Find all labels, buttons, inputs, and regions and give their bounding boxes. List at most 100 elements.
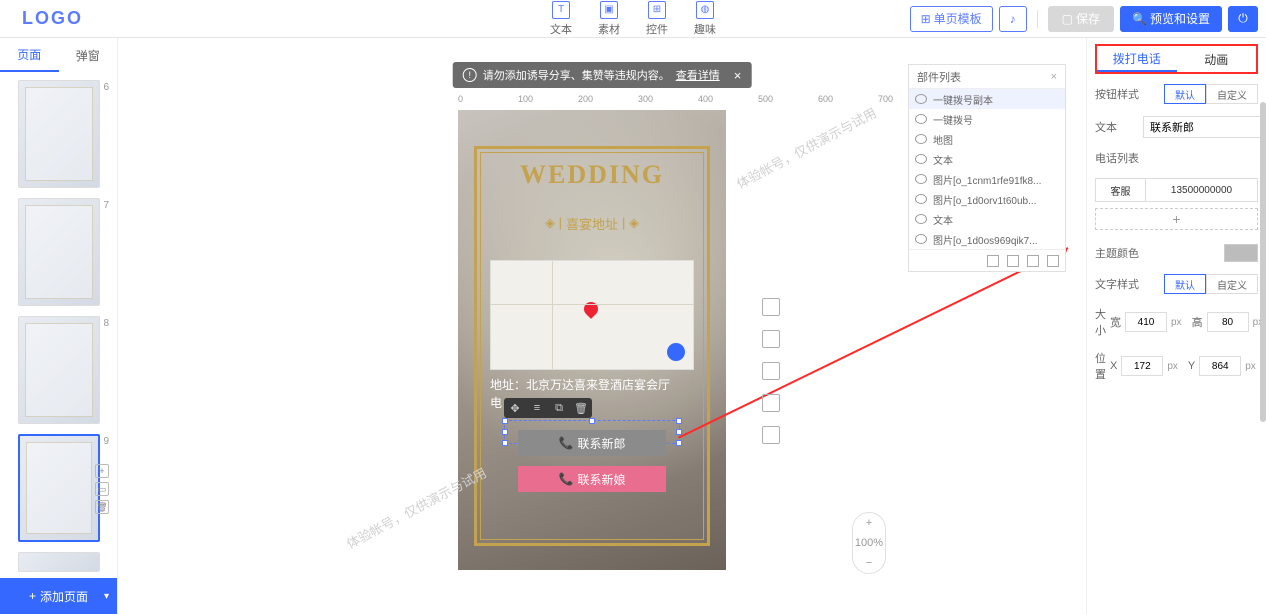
label-text: 文本 xyxy=(1095,119,1143,135)
seg-default[interactable]: 默认 xyxy=(1164,84,1206,104)
tb-delete-icon[interactable]: 🗑 xyxy=(570,398,592,418)
tab-animation[interactable]: 动画 xyxy=(1177,46,1257,72)
layer-item[interactable]: 一键拨号副本 xyxy=(909,89,1065,109)
layers-title: 部件列表 xyxy=(917,69,961,85)
tool-fun[interactable]: ◍趣味 xyxy=(694,1,716,37)
eye-icon[interactable] xyxy=(915,174,927,184)
watermark: 体验帐号，仅供演示与试用 xyxy=(733,102,880,192)
alert-bar: ! 请勿添加诱导分享、集赞等违规内容。 查看详情 × xyxy=(453,62,752,88)
tool-text[interactable]: T文本 xyxy=(550,1,572,37)
label-size: 大小 xyxy=(1095,306,1106,338)
handle-sw[interactable] xyxy=(502,440,508,446)
handle-n[interactable] xyxy=(589,418,595,424)
grid-icon[interactable] xyxy=(762,362,780,380)
height-input[interactable] xyxy=(1207,312,1249,332)
canvas-stage[interactable]: WEDDING ◈ |喜宴地址| ◈ 地址：北京万达喜来登酒店宴会厅 电 ✥ ≡… xyxy=(458,110,726,570)
handle-nw[interactable] xyxy=(502,418,508,424)
phone-row[interactable]: 客服 13500000000 xyxy=(1095,178,1258,202)
alert-link[interactable]: 查看详情 xyxy=(676,67,720,83)
image-icon: ▣ xyxy=(600,1,618,19)
layer-delete-icon[interactable] xyxy=(1047,255,1059,267)
label-theme-color: 主题颜色 xyxy=(1095,245,1143,261)
page-thumb-10[interactable] xyxy=(18,552,100,572)
layer-folder-icon[interactable] xyxy=(1027,255,1039,267)
music-button[interactable]: ♪ xyxy=(999,6,1027,32)
ruler: 0100200300400500600700 xyxy=(458,94,938,108)
eye-icon[interactable] xyxy=(915,194,927,204)
layers-panel: 部件列表 × 一键拨号副本 一键拨号 地图 文本 图片[o_1cnm1rfe91f… xyxy=(908,64,1066,272)
selection-toolbar: ✥ ≡ ⧉ 🗑 xyxy=(504,398,592,418)
template-icon: ⊞ xyxy=(921,12,931,26)
zoom-in[interactable]: + xyxy=(866,513,872,533)
handle-ne[interactable] xyxy=(676,418,682,424)
handle-w[interactable] xyxy=(502,429,508,435)
tab-call[interactable]: 拨打电话 xyxy=(1097,46,1177,72)
seg-custom[interactable]: 自定义 xyxy=(1206,84,1258,104)
tb-copy-icon[interactable]: ⧉ xyxy=(548,398,570,418)
eye-icon[interactable] xyxy=(915,234,927,244)
download-icon[interactable] xyxy=(762,426,780,444)
tool-widget[interactable]: ⊞控件 xyxy=(646,1,668,37)
contact-bride-button[interactable]: 📞联系新娘 xyxy=(518,466,666,492)
save-icon: ▢ xyxy=(1062,12,1073,26)
eye-icon[interactable] xyxy=(915,154,927,164)
handle-se[interactable] xyxy=(676,440,682,446)
seg-default-2[interactable]: 默认 xyxy=(1164,274,1206,294)
page-thumb-7[interactable] xyxy=(18,198,100,306)
zoom-out[interactable]: − xyxy=(866,553,872,573)
eye-icon[interactable] xyxy=(915,114,927,124)
save-button[interactable]: ▢保存 xyxy=(1048,6,1114,32)
layer-up-icon[interactable] xyxy=(987,255,999,267)
zoom-control[interactable]: + 100% − xyxy=(852,512,886,574)
layer-item[interactable]: 文本 xyxy=(909,209,1065,229)
layer-item[interactable]: 文本 xyxy=(909,149,1065,169)
x-input[interactable] xyxy=(1121,356,1163,376)
scrollbar[interactable] xyxy=(1260,102,1266,422)
handle-e[interactable] xyxy=(676,429,682,435)
seg-custom-2[interactable]: 自定义 xyxy=(1206,274,1258,294)
tb-layer-icon[interactable]: ≡ xyxy=(526,398,548,418)
contact-groom-button[interactable]: 📞联系新郎 xyxy=(518,430,666,456)
layer-item[interactable]: 地图 xyxy=(909,129,1065,149)
thumb-add-icon[interactable]: + xyxy=(95,464,109,478)
template-button[interactable]: ⊞单页模板 xyxy=(910,6,993,32)
width-input[interactable] xyxy=(1125,312,1167,332)
properties-panel: 拨打电话 动画 按钮样式 默认 自定义 文本 电话列表 客服 135000000… xyxy=(1086,38,1266,614)
y-input[interactable] xyxy=(1199,356,1241,376)
play-icon[interactable] xyxy=(762,298,780,316)
text-input[interactable] xyxy=(1143,116,1266,138)
tool-asset[interactable]: ▣素材 xyxy=(598,1,620,37)
preview-button[interactable]: 🔍预览和设置 xyxy=(1120,6,1222,32)
layer-item[interactable]: 图片[o_1d0os969qik7... xyxy=(909,229,1065,249)
device-icon[interactable] xyxy=(762,394,780,412)
thumb-del-icon[interactable]: 🗑 xyxy=(95,500,109,514)
eye-icon[interactable] xyxy=(915,94,927,104)
map-widget[interactable] xyxy=(490,260,694,370)
layer-down-icon[interactable] xyxy=(1007,255,1019,267)
layer-item[interactable]: 一键拨号 xyxy=(909,109,1065,129)
chevron-down-icon: ▾ xyxy=(104,591,109,602)
info-icon: ! xyxy=(463,68,477,82)
grid-icon: ⊞ xyxy=(648,1,666,19)
tb-move-icon[interactable]: ✥ xyxy=(504,398,526,418)
thumb-copy-icon[interactable]: ▭ xyxy=(95,482,109,496)
layer-item[interactable]: 图片[o_1cnm1rfe91fk8... xyxy=(909,169,1065,189)
power-button[interactable]: ⏻ xyxy=(1228,6,1258,32)
search-icon: 🔍 xyxy=(1132,12,1147,26)
color-swatch[interactable] xyxy=(1224,244,1258,262)
tab-popup[interactable]: 弹窗 xyxy=(59,38,118,72)
alert-close[interactable]: × xyxy=(734,68,742,83)
add-phone-button[interactable]: + xyxy=(1095,208,1258,230)
copy-icon[interactable] xyxy=(762,330,780,348)
layers-close[interactable]: × xyxy=(1051,71,1057,83)
eye-icon[interactable] xyxy=(915,214,927,224)
page-thumb-9[interactable] xyxy=(18,434,100,542)
phone-icon: 📞 xyxy=(559,472,574,486)
page-thumb-8[interactable] xyxy=(18,316,100,424)
add-page-button[interactable]: + 添加页面 ▾ xyxy=(0,578,117,614)
locate-icon[interactable] xyxy=(667,343,685,361)
layer-item[interactable]: 图片[o_1d0orv1t60ub... xyxy=(909,189,1065,209)
tab-pages[interactable]: 页面 xyxy=(0,38,59,72)
page-thumb-6[interactable] xyxy=(18,80,100,188)
eye-icon[interactable] xyxy=(915,134,927,144)
